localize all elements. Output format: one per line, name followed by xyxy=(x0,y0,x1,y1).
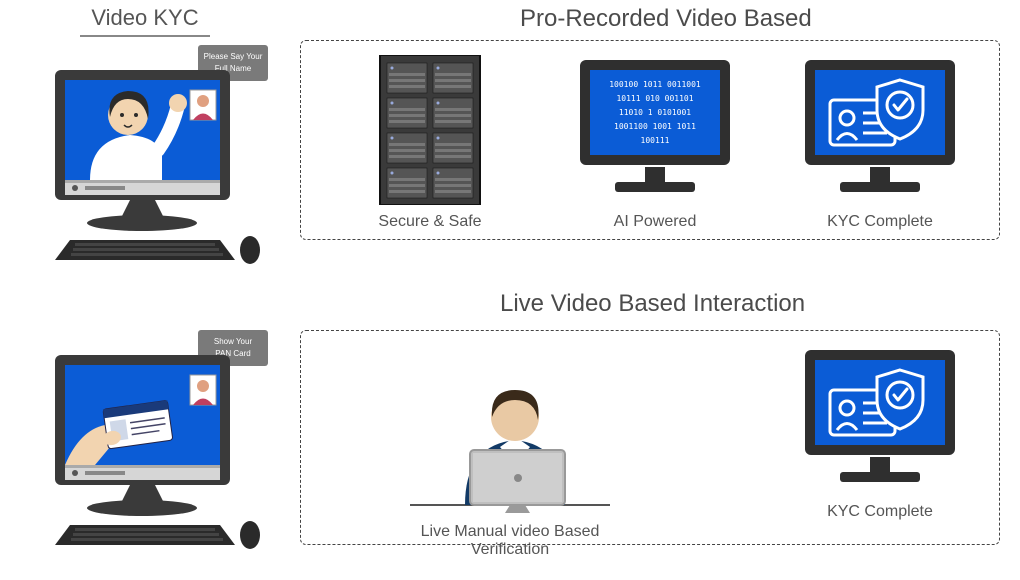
mouse-icon xyxy=(240,521,260,549)
mouse-icon xyxy=(240,236,260,264)
card-live-verify-label: Live Manual video Based Verification xyxy=(380,523,640,559)
monitor-kyc-icon xyxy=(795,345,965,495)
svg-text:10111 010 001101: 10111 010 001101 xyxy=(616,94,693,103)
card-kyc-complete-top: KYC Complete xyxy=(780,55,980,231)
illustration-video-call-pan: Show Your PAN Card xyxy=(40,330,270,550)
pip-avatar-icon xyxy=(190,90,216,120)
card-kyc-complete-bottom: KYC Complete xyxy=(780,345,980,521)
pip-avatar-icon xyxy=(190,375,216,405)
monitor-kyc-icon xyxy=(795,55,965,205)
card-ai-powered: 100100 1011 0011001 10111 010 001101 110… xyxy=(555,55,755,231)
card-kyc-complete-bottom-label: KYC Complete xyxy=(780,503,980,521)
svg-text:11010 1 0101001: 11010 1 0101001 xyxy=(619,108,691,117)
svg-text:100100 1011 0011001: 100100 1011 0011001 xyxy=(609,80,701,89)
svg-text:Show Your: Show Your xyxy=(214,337,253,346)
keyboard-icon xyxy=(55,240,235,260)
monitor-binary-icon: 100100 1011 0011001 10111 010 001101 110… xyxy=(570,55,740,205)
section2-title: Live Video Based Interaction xyxy=(500,290,805,318)
card-live-verify: Live Manual video Based Verification xyxy=(380,345,640,559)
svg-text:1001100 1001 1011: 1001100 1001 1011 xyxy=(614,122,696,131)
svg-text:Please Say Your: Please Say Your xyxy=(204,52,263,61)
card-kyc-complete-top-label: KYC Complete xyxy=(780,213,980,231)
card-ai-powered-label: AI Powered xyxy=(555,213,755,231)
svg-text:100111: 100111 xyxy=(641,136,670,145)
left-title: Video KYC xyxy=(80,5,210,37)
card-secure-safe: Secure & Safe xyxy=(330,55,530,231)
card-secure-safe-label: Secure & Safe xyxy=(330,213,530,231)
section1-title: Pro-Recorded Video Based xyxy=(520,5,812,33)
illustration-video-call-name: Please Say Your Full Name xyxy=(40,45,270,265)
keyboard-icon xyxy=(55,525,235,545)
agent-monitor-icon xyxy=(410,345,610,515)
server-rack-icon xyxy=(375,55,485,205)
